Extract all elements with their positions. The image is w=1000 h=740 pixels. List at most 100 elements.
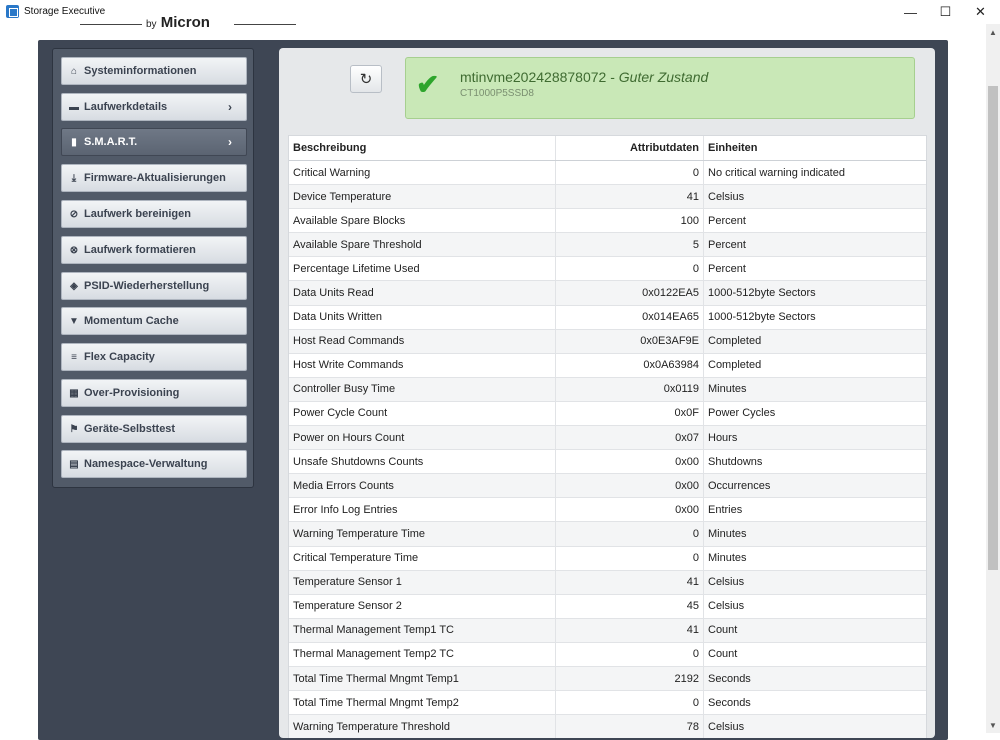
cell-units: Celsius: [708, 720, 745, 733]
sidebar-item-namespace[interactable]: ▤ Namespace-Verwaltung: [61, 450, 247, 478]
cell-attribute-data: 100: [556, 209, 704, 233]
cell-attribute-data: 0x00: [556, 498, 704, 522]
cell-units: 1000-512byte Sectors: [708, 311, 816, 324]
cell-attribute-data: 0x00: [556, 450, 704, 474]
cell-attribute-data: 0: [556, 161, 704, 185]
sidebar-item-eye-slash[interactable]: ◈ PSID-Wiederherstellung: [61, 272, 247, 300]
download-icon: ⤓: [71, 172, 77, 184]
cell-attribute-data: 0x0E3AF9E: [556, 329, 704, 353]
cell-attribute-data: 41: [556, 618, 704, 642]
cell-description: Data Units Written: [289, 305, 556, 329]
cell-units: Percent: [708, 262, 746, 275]
cell-units: Completed: [708, 359, 762, 372]
drive-status-title: mtinvme202428878072 - Guter Zustand: [460, 69, 708, 85]
sidebar-item-grid[interactable]: ▦ Over-Provisioning: [61, 379, 247, 407]
sidebar-item-flag[interactable]: ⚑ Geräte-Selbsttest: [61, 415, 247, 443]
cell-units: Celsius: [708, 190, 745, 203]
status-separator: -: [606, 69, 619, 85]
window-title: Storage Executive: [24, 6, 106, 17]
cell-attribute-data: 41: [556, 185, 704, 209]
cell-description: Media Errors Counts: [289, 474, 556, 498]
cell-description: Temperature Sensor 2: [289, 594, 556, 618]
sidebar-item-home[interactable]: ⌂ Systeminformationen: [61, 57, 247, 85]
cell-description: Total Time Thermal Mngmt Temp2: [289, 691, 556, 715]
close-button[interactable]: ✕: [963, 0, 998, 24]
table-row: Error Info Log Entries 0x00 Entries: [289, 498, 926, 523]
table-row: Media Errors Counts 0x00 Occurrences: [289, 474, 926, 499]
sidebar-item-label: S.M.A.R.T.: [84, 135, 138, 148]
header-attribute-data[interactable]: Attributdaten: [556, 136, 704, 160]
cell-attribute-data: 41: [556, 570, 704, 594]
scroll-up-arrow-icon[interactable]: ▲: [986, 24, 1000, 40]
flag-icon: ⚑: [69, 423, 79, 435]
sidebar-item-download[interactable]: ⤓ Firmware-Aktualisierungen: [61, 164, 247, 192]
table-row: Power on Hours Count 0x07 Hours: [289, 426, 926, 451]
cell-attribute-data: 78: [556, 715, 704, 738]
table-row: Power Cycle Count 0x0F Power Cycles: [289, 401, 926, 427]
cell-description: Warning Temperature Threshold: [289, 715, 556, 738]
table-row: Warning Temperature Time 0 Minutes: [289, 522, 926, 547]
sidebar-item-filter[interactable]: ▼ Momentum Cache: [61, 307, 247, 335]
cell-units: Completed: [708, 335, 762, 348]
cell-attribute-data: 5: [556, 233, 704, 257]
logo-divider-right: [234, 24, 296, 25]
table-row: Total Time Thermal Mngmt Temp1 2192 Second…: [289, 666, 926, 692]
table-row: Temperature Sensor 1 41 Celsius: [289, 570, 926, 595]
maximize-button[interactable]: ☐: [928, 0, 963, 24]
cell-units: Count: [708, 624, 738, 637]
cell-units: Celsius: [708, 600, 745, 613]
cell-units: Occurrences: [708, 479, 771, 492]
cell-units: Minutes: [708, 552, 747, 565]
logo-by: by: [146, 19, 157, 30]
refresh-button[interactable]: ↻: [350, 65, 382, 93]
table-row: Available Spare Blocks 100 Percent: [289, 209, 926, 234]
cell-description: Device Temperature: [289, 185, 556, 209]
cell-attribute-data: 0: [556, 257, 704, 281]
table-row: Warning Temperature Threshold 78 Celsius: [289, 715, 926, 738]
cell-description: Available Spare Threshold: [289, 233, 556, 257]
cell-description: Unsafe Shutdowns Counts: [289, 450, 556, 474]
cell-attribute-data: 0x0119: [556, 377, 704, 401]
sidebar-item-label: Over-Provisioning: [84, 386, 180, 399]
table-row: Data Units Read 0x0122EA5 1000-512byte Sec…: [289, 281, 926, 306]
header-units[interactable]: Einheiten: [704, 136, 926, 160]
sidebar-item-drive[interactable]: ▬ Laufwerkdetails ›: [61, 93, 247, 121]
cell-units: 1000-512byte Sectors: [708, 287, 816, 300]
table-row: Host Read Commands 0x0E3AF9E Completed: [289, 329, 926, 354]
sidebar-item-list[interactable]: ≡ Flex Capacity: [61, 343, 247, 371]
cell-attribute-data: 0x0A63984: [556, 353, 704, 377]
cell-description: Controller Busy Time: [289, 377, 556, 401]
refresh-icon: ↻: [359, 71, 373, 88]
cell-attribute-data: 45: [556, 594, 704, 618]
sidebar-item-label: Geräte-Selbsttest: [84, 422, 176, 435]
window-scrollbar[interactable]: ▲ ▼: [986, 24, 1000, 733]
sidebar-item-no-entry[interactable]: ⊘ Laufwerk bereinigen: [61, 200, 247, 228]
sidebar-item-label: Firmware-Aktualisierungen: [84, 171, 226, 184]
sidebar-item-format[interactable]: ⊗ Laufwerk formatieren: [61, 236, 247, 264]
minimize-button[interactable]: —: [893, 0, 928, 24]
drive-health: Guter Zustand: [618, 69, 709, 85]
sidebar-item-label: Momentum Cache: [84, 314, 179, 327]
scroll-thumb[interactable]: [988, 86, 998, 570]
table-row: Critical Temperature Time 0 Minutes: [289, 546, 926, 571]
check-icon: ✔: [416, 69, 440, 100]
table-row: Device Temperature 41 Celsius: [289, 185, 926, 210]
cell-units: Percent: [708, 238, 746, 251]
cell-units: Seconds: [708, 696, 751, 709]
cell-attribute-data: 0x0F: [556, 401, 704, 426]
sidebar-item-label: Namespace-Verwaltung: [84, 457, 208, 470]
logo-divider-left: [80, 24, 142, 25]
sidebar: ⌂ Systeminformationen ▬ Laufwerkdetails › ▮ S.…: [52, 48, 254, 488]
table-row: Unsafe Shutdowns Counts 0x00 Shutdowns: [289, 450, 926, 475]
cell-units: No critical warning indicated: [708, 166, 845, 179]
sidebar-item-label: PSID-Wiederherstellung: [84, 279, 210, 292]
sidebar-item-bar-chart[interactable]: ▮ S.M.A.R.T. ›: [61, 128, 247, 156]
table-row: Data Units Written 0x014EA65 1000-512byte …: [289, 305, 926, 330]
header-description[interactable]: Beschreibung: [289, 136, 556, 160]
table-row: Host Write Commands 0x0A63984 Completed: [289, 353, 926, 378]
cell-units: Count: [708, 648, 738, 661]
scroll-down-arrow-icon[interactable]: ▼: [986, 717, 1000, 733]
sidebar-item-label: Laufwerk formatieren: [84, 243, 196, 256]
home-icon: ⌂: [70, 65, 78, 77]
table-row: Temperature Sensor 2 45 Celsius: [289, 594, 926, 619]
